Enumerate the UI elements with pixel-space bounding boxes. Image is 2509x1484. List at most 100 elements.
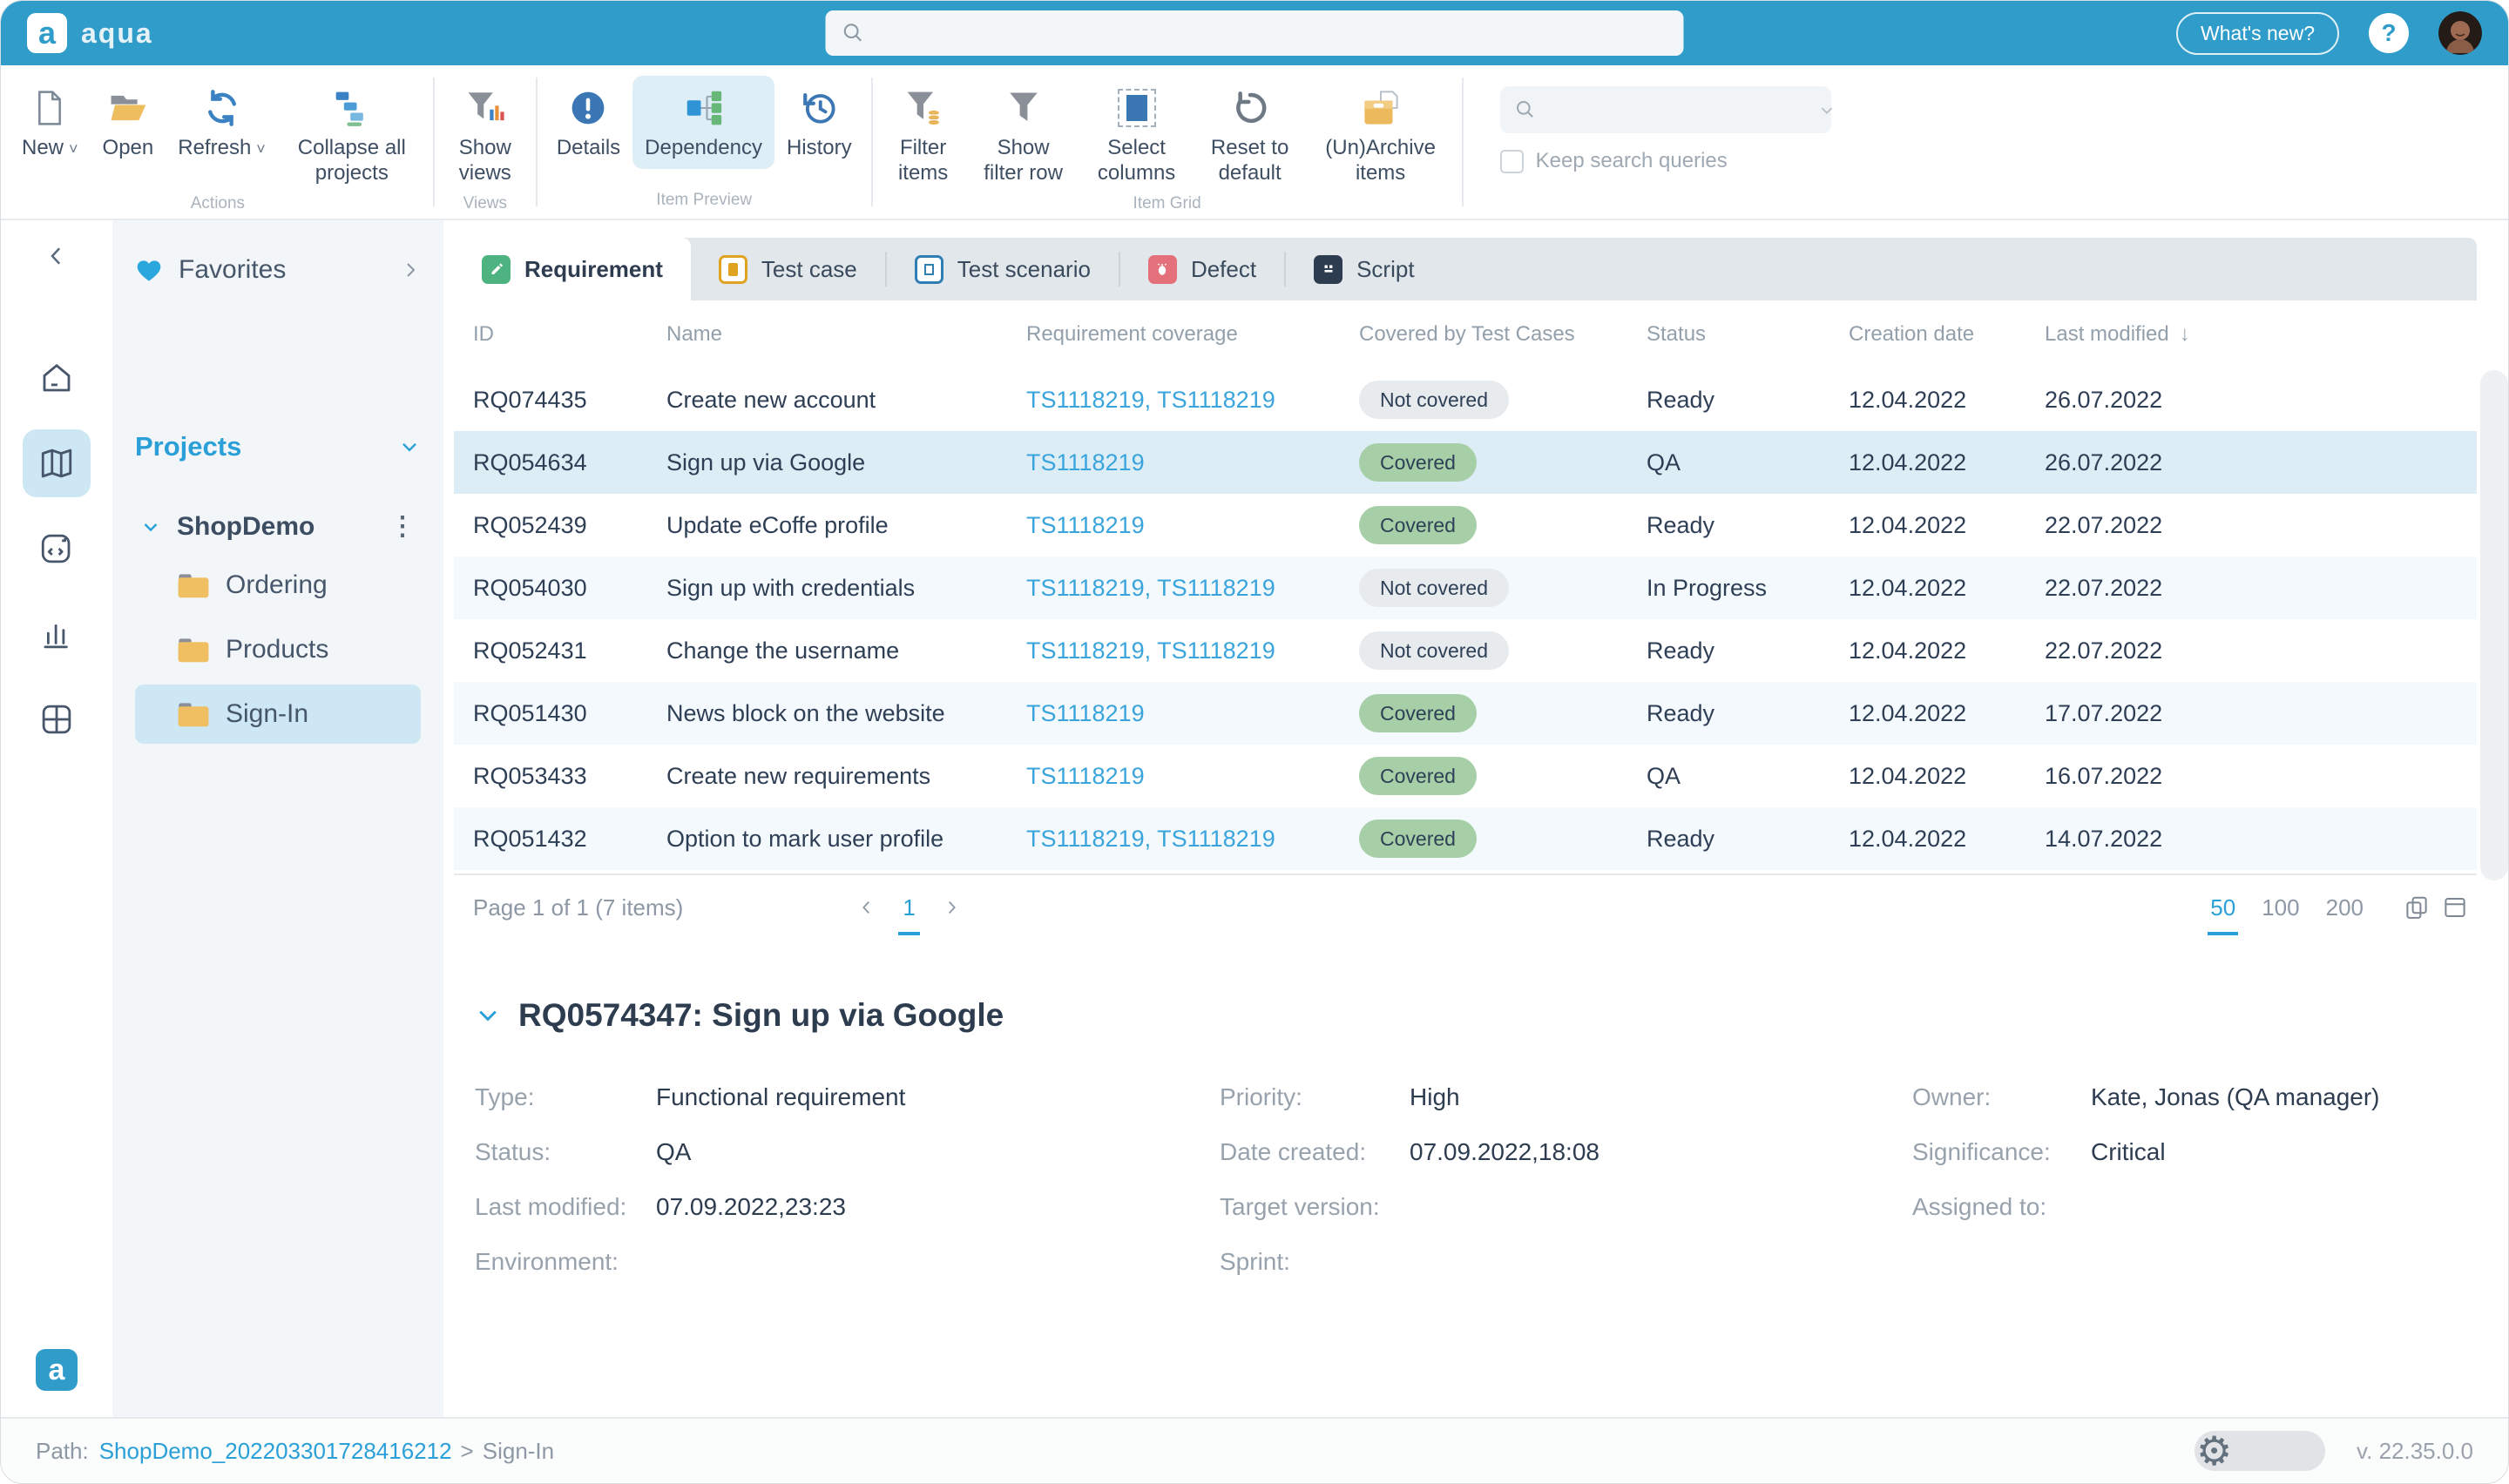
copy-view-icon[interactable] bbox=[2404, 894, 2430, 921]
coverage-badge: Covered bbox=[1359, 694, 1477, 732]
table-row[interactable]: RQ052431 Change the username TS1118219, … bbox=[454, 619, 2477, 682]
tab-test-case[interactable]: Test case bbox=[691, 238, 885, 300]
table-row[interactable]: RQ052439 Update eCoffe profile TS1118219… bbox=[454, 494, 2477, 556]
select-columns-icon bbox=[1117, 84, 1156, 132]
table-row[interactable]: RQ051430 News block on the website TS111… bbox=[454, 682, 2477, 745]
refresh-button[interactable]: Refresh ˅ bbox=[166, 76, 278, 171]
path-current-folder: Sign-In bbox=[482, 1437, 555, 1464]
table-row[interactable]: RQ051432 Option to mark user profile TS1… bbox=[454, 807, 2477, 870]
current-page[interactable]: 1 bbox=[898, 894, 921, 935]
nav-dashboards-button[interactable] bbox=[23, 685, 91, 753]
expand-favorites-icon[interactable] bbox=[400, 260, 421, 280]
column-header-id[interactable]: ID bbox=[473, 322, 666, 347]
table-row[interactable]: RQ053433 Create new requirements TS11182… bbox=[454, 745, 2477, 807]
projects-header[interactable]: Projects bbox=[135, 431, 421, 462]
coverage-links[interactable]: TS1118219, TS1118219 bbox=[1026, 637, 1359, 664]
item-preview-header[interactable]: RQ0574347: Sign up via Google bbox=[475, 997, 2477, 1034]
reset-to-default-button[interactable]: Reset to default bbox=[1194, 76, 1307, 194]
nav-projects-button[interactable] bbox=[23, 429, 91, 497]
cell-status: In Progress bbox=[1647, 574, 1768, 601]
tree-folder-sign-in[interactable]: Sign-In bbox=[135, 685, 421, 744]
coverage-links[interactable]: TS1118219, TS1118219 bbox=[1026, 387, 1359, 414]
column-header-status[interactable]: Status bbox=[1647, 322, 1849, 347]
table-row[interactable]: RQ054030 Sign up with credentials TS1118… bbox=[454, 556, 2477, 619]
grid-search-input[interactable] bbox=[1546, 98, 1817, 122]
cell-status: Ready bbox=[1647, 825, 1715, 852]
column-header-modified[interactable]: Last modified ↓ bbox=[2045, 322, 2477, 347]
select-columns-button[interactable]: Select columns bbox=[1080, 76, 1194, 194]
coverage-links[interactable]: TS1118219 bbox=[1026, 763, 1359, 790]
tab-test-scenario[interactable]: Test scenario bbox=[887, 238, 1119, 300]
show-views-button[interactable]: Show views bbox=[442, 76, 529, 194]
chevron-down-icon[interactable] bbox=[1817, 100, 1836, 119]
toolbar-search-area: Keep search queries bbox=[1499, 65, 1832, 219]
cell-status: Ready bbox=[1647, 637, 1715, 664]
settings-toggle[interactable]: ⚙ bbox=[2195, 1427, 2326, 1474]
open-button[interactable]: Open bbox=[91, 76, 166, 169]
coverage-links[interactable]: TS1118219 bbox=[1026, 512, 1359, 539]
column-header-covered[interactable]: Covered by Test Cases bbox=[1359, 322, 1647, 347]
tree-folder-ordering[interactable]: Ordering bbox=[135, 556, 421, 615]
nav-automation-button[interactable] bbox=[23, 515, 91, 583]
coverage-links[interactable]: TS1118219, TS1118219 bbox=[1026, 826, 1359, 853]
keep-search-checkbox[interactable] bbox=[1499, 149, 1524, 173]
item-title: RQ0574347: Sign up via Google bbox=[518, 997, 1004, 1033]
show-filter-row-button[interactable]: Show filter row bbox=[967, 76, 1080, 194]
folder-label: Ordering bbox=[226, 570, 328, 599]
gear-icon: ⚙ bbox=[2196, 1427, 2233, 1474]
global-search[interactable] bbox=[825, 10, 1684, 56]
new-button[interactable]: New ˅ bbox=[10, 76, 91, 171]
coverage-links[interactable]: TS1118219 bbox=[1026, 449, 1359, 476]
coverage-links[interactable]: TS1118219, TS1118219 bbox=[1026, 575, 1359, 602]
cell-last-modified: 14.07.2022 bbox=[2045, 825, 2163, 852]
tab-script[interactable]: Script bbox=[1286, 238, 1442, 300]
tree-node-shopdemo[interactable]: ShopDemo ⋮ bbox=[135, 503, 421, 550]
favorites-header[interactable]: Favorites bbox=[135, 255, 421, 285]
vertical-scrollbar[interactable] bbox=[2480, 370, 2508, 880]
views-funnel-icon bbox=[465, 84, 505, 132]
help-button[interactable]: ? bbox=[2369, 13, 2409, 53]
card-view-icon[interactable] bbox=[2442, 894, 2468, 921]
column-header-coverage[interactable]: Requirement coverage bbox=[1026, 322, 1359, 347]
history-button[interactable]: History bbox=[774, 76, 864, 169]
app-window: a aqua What's new? ? New ˅ Open Refresh … bbox=[0, 0, 2509, 1484]
chevron-down-icon[interactable] bbox=[398, 435, 421, 458]
collapse-sidebar-button[interactable] bbox=[44, 243, 70, 269]
table-row[interactable]: RQ074435 Create new account TS1118219, T… bbox=[454, 368, 2477, 431]
chevron-down-icon[interactable] bbox=[140, 516, 161, 537]
collapse-all-projects-button[interactable]: Collapse all projects bbox=[278, 76, 426, 194]
projects-label: Projects bbox=[135, 431, 242, 462]
avatar[interactable] bbox=[2438, 11, 2482, 55]
whats-new-button[interactable]: What's new? bbox=[2176, 11, 2339, 55]
details-button[interactable]: Details bbox=[544, 76, 632, 169]
column-header-name[interactable]: Name bbox=[666, 322, 1026, 347]
page-size-50[interactable]: 50 bbox=[2208, 894, 2239, 935]
sidebar-panel: Favorites Projects ShopDemo ⋮ Ordering P… bbox=[112, 220, 443, 1417]
path-project-link[interactable]: ShopDemo_202203301728416212 bbox=[99, 1438, 452, 1465]
page-size-100[interactable]: 100 bbox=[2262, 894, 2299, 921]
filter-items-button[interactable]: Filter items bbox=[880, 76, 967, 194]
global-search-input[interactable] bbox=[877, 19, 1668, 47]
prev-page-icon[interactable] bbox=[857, 898, 876, 917]
page-size-200[interactable]: 200 bbox=[2326, 894, 2364, 921]
cell-last-modified: 22.07.2022 bbox=[2045, 574, 2163, 601]
tab-requirement[interactable]: Requirement bbox=[454, 238, 691, 300]
tree-folder-products[interactable]: Products bbox=[135, 620, 421, 679]
nav-home-button[interactable] bbox=[23, 344, 91, 412]
grid-search[interactable] bbox=[1499, 86, 1832, 133]
details-icon bbox=[570, 84, 606, 132]
sort-desc-icon[interactable]: ↓ bbox=[2180, 322, 2190, 346]
unarchive-items-button[interactable]: (Un)Archive items bbox=[1307, 76, 1455, 194]
nav-reports-button[interactable] bbox=[23, 600, 91, 668]
next-page-icon[interactable] bbox=[942, 898, 961, 917]
kebab-menu-icon[interactable]: ⋮ bbox=[389, 511, 416, 542]
column-header-creation[interactable]: Creation date bbox=[1849, 322, 2045, 347]
coverage-badge: Not covered bbox=[1359, 381, 1510, 419]
toolbar-separator bbox=[535, 78, 538, 206]
coverage-links[interactable]: TS1118219 bbox=[1026, 700, 1359, 727]
dependency-button[interactable]: Dependency bbox=[632, 76, 774, 169]
collapse-preview-icon[interactable] bbox=[475, 1002, 501, 1029]
tab-defect[interactable]: Defect bbox=[1120, 238, 1284, 300]
table-row[interactable]: RQ054634 Sign up via Google TS1118219 Co… bbox=[454, 431, 2477, 494]
cell-id: RQ051432 bbox=[473, 825, 587, 852]
